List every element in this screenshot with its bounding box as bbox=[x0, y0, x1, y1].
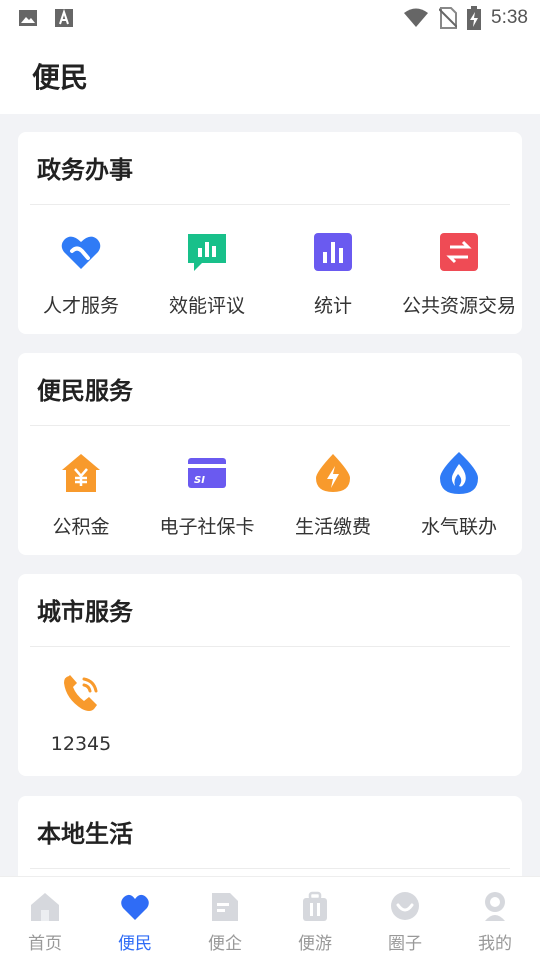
svg-text:SI: SI bbox=[194, 475, 205, 486]
section-title: 城市服务 bbox=[37, 598, 133, 626]
service-label: 水气联办 bbox=[420, 516, 497, 538]
user-icon bbox=[485, 892, 505, 921]
service-label: 效能评议 bbox=[168, 295, 245, 317]
header: 便民 bbox=[0, 36, 540, 114]
service-label: 公共资源交易 bbox=[401, 295, 516, 317]
flame-drop-icon bbox=[440, 452, 478, 494]
service-item-statistics[interactable]: 统计 bbox=[270, 205, 396, 333]
image-notification-icon bbox=[19, 10, 37, 26]
section-title: 便民服务 bbox=[37, 377, 133, 405]
section-title: 本地生活 bbox=[37, 820, 133, 848]
service-item-social-security-card[interactable]: SI 电子社保卡 bbox=[144, 426, 270, 554]
chat-bars-icon bbox=[188, 234, 226, 271]
service-item-housing-fund[interactable]: 公积金 bbox=[18, 426, 144, 554]
tab-home[interactable]: 首页 bbox=[0, 877, 90, 960]
heart-icon bbox=[121, 894, 149, 920]
tab-convenience[interactable]: 便民 bbox=[90, 877, 180, 960]
service-item-water-gas[interactable]: 水气联办 bbox=[396, 426, 522, 554]
bolt-drop-icon bbox=[316, 454, 350, 492]
service-label: 12345 bbox=[50, 733, 112, 755]
house-yen-icon bbox=[62, 454, 100, 492]
service-label: 电子社保卡 bbox=[159, 516, 255, 538]
luggage-icon bbox=[303, 891, 327, 921]
tab-label: 便游 bbox=[298, 934, 332, 954]
tab-label: 圈子 bbox=[388, 934, 422, 954]
section-card-convenience: 便民服务 公积金 SI 电子社保卡 生活缴费 水气联办 bbox=[18, 353, 522, 555]
no-sim-icon bbox=[439, 7, 458, 29]
service-label: 公积金 bbox=[52, 516, 110, 538]
document-icon bbox=[212, 893, 238, 921]
tab-label: 便企 bbox=[208, 934, 242, 954]
section-card-city-services: 城市服务 12345 bbox=[18, 574, 522, 776]
exchange-icon bbox=[440, 233, 478, 271]
tab-circle[interactable]: 圈子 bbox=[360, 877, 450, 960]
service-label: 生活缴费 bbox=[294, 516, 371, 538]
section-card-gov-affairs: 政务办事 人才服务 效能评议 统计 公共资源交易 bbox=[18, 132, 522, 334]
page-title: 便民 bbox=[32, 61, 89, 94]
bar-chart-icon bbox=[314, 233, 352, 271]
tab-enterprise[interactable]: 便企 bbox=[180, 877, 270, 960]
divider bbox=[30, 868, 510, 869]
talent-heart-icon bbox=[61, 236, 101, 269]
battery-charging-icon bbox=[467, 6, 482, 30]
home-icon bbox=[31, 893, 59, 921]
service-item-talent[interactable]: 人才服务 bbox=[18, 205, 144, 333]
chat-circle-icon bbox=[391, 892, 419, 920]
wifi-icon bbox=[404, 8, 429, 27]
bottom-tab-bar: 首页 便民 便企 便游 圈子 我的 bbox=[0, 876, 540, 960]
si-card-icon: SI bbox=[188, 458, 226, 488]
tab-label: 首页 bbox=[28, 934, 62, 954]
tab-profile[interactable]: 我的 bbox=[450, 877, 540, 960]
service-item-utility-payment[interactable]: 生活缴费 bbox=[270, 426, 396, 554]
service-label: 人才服务 bbox=[42, 295, 119, 317]
status-bar: 5:38 bbox=[0, 0, 540, 36]
tab-travel[interactable]: 便游 bbox=[270, 877, 360, 960]
font-notification-icon bbox=[55, 8, 73, 27]
tab-label: 我的 bbox=[478, 934, 512, 954]
service-label: 统计 bbox=[313, 295, 352, 317]
service-item-public-resource[interactable]: 公共资源交易 bbox=[396, 205, 522, 333]
service-item-hotline-12345[interactable]: 12345 bbox=[18, 647, 144, 775]
section-title: 政务办事 bbox=[37, 156, 133, 184]
status-time: 5:38 bbox=[491, 7, 528, 28]
tab-label: 便民 bbox=[118, 934, 152, 954]
phone-icon bbox=[64, 675, 98, 711]
service-item-evaluation[interactable]: 效能评议 bbox=[144, 205, 270, 333]
